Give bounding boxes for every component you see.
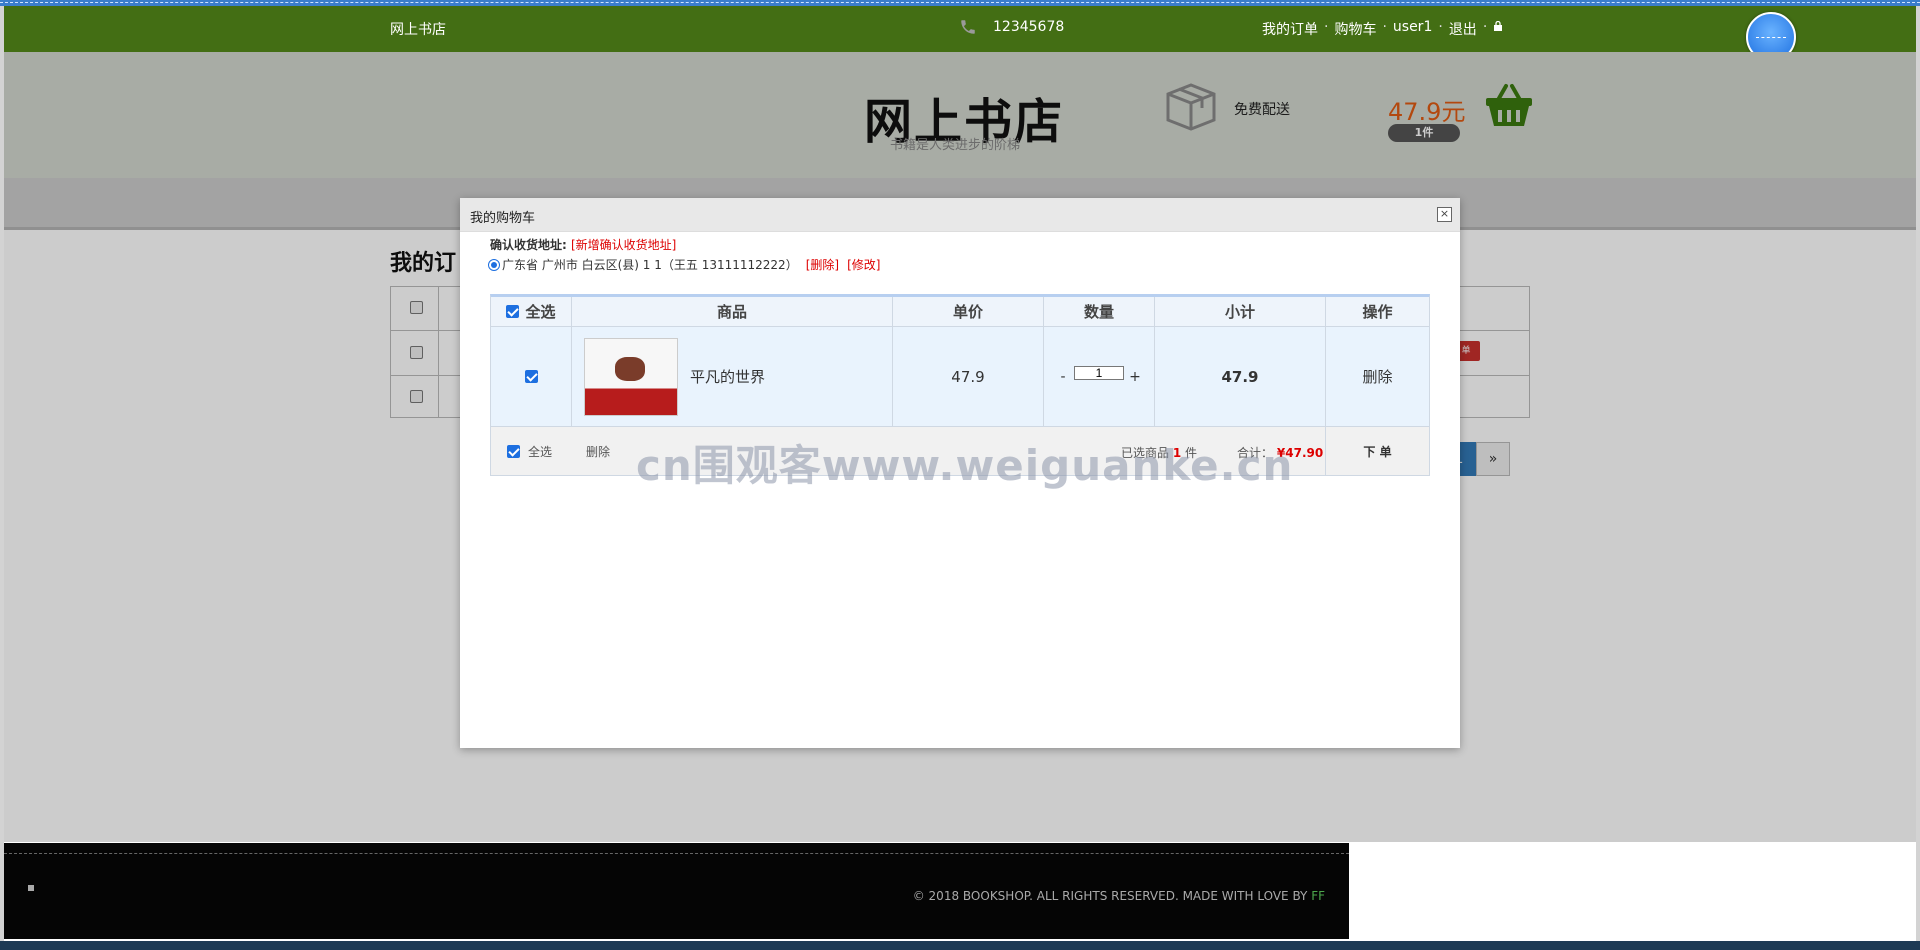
user-link[interactable]: user1 <box>1393 19 1432 39</box>
subtotal-header: 小计 <box>1155 297 1326 326</box>
modal-title: 我的购物车 <box>470 211 536 226</box>
select-all-checkbox[interactable] <box>506 305 520 318</box>
my-orders-link[interactable]: 我的订单 <box>1262 19 1318 39</box>
logout-link[interactable]: 退出 <box>1449 19 1477 39</box>
product-cell: 平凡的世界 <box>572 327 893 426</box>
unit-price: 47.9 <box>893 327 1044 426</box>
row-checkbox[interactable] <box>524 370 538 383</box>
row-select-cell <box>491 327 572 426</box>
book-cover-image[interactable] <box>584 337 678 416</box>
quantity-stepper: - + <box>1044 327 1155 426</box>
address-label: 确认收货地址: [新增确认收货地址] <box>490 236 676 253</box>
os-taskbar <box>0 941 1920 950</box>
footer-select-all-checkbox[interactable] <box>507 444 520 458</box>
footer-copyright: © 2018 BOOKSHOP. ALL RIGHTS RESERVED. MA… <box>913 889 1325 903</box>
place-order-button[interactable]: 下 单 <box>1326 427 1429 475</box>
row-subtotal: 47.9 <box>1155 327 1326 426</box>
separator: · <box>1438 19 1443 35</box>
watermark-text: cn围观客www.weiguanke.cn <box>636 441 1294 490</box>
close-icon[interactable]: × <box>1437 207 1452 222</box>
delete-address-link[interactable]: [删除] <box>806 256 839 273</box>
author-link[interactable]: FF <box>1311 889 1325 903</box>
copyright-text: © 2018 BOOKSHOP. ALL RIGHTS RESERVED. MA… <box>912 889 1308 903</box>
table-row: 平凡的世界 47.9 - + 47.9 删除 <box>491 327 1429 427</box>
product-name[interactable]: 平凡的世界 <box>690 366 765 387</box>
top-links: 我的订单 · 购物车 · user1 · 退出 · <box>1262 19 1503 39</box>
action-header: 操作 <box>1362 303 1393 321</box>
footer-select-all-label: 全选 <box>528 444 553 459</box>
address-label-text: 确认收货地址: <box>490 238 567 252</box>
address-text: 广东省 广州市 白云区(县) 1 1（王五 13111112222） <box>502 258 798 272</box>
separator: · <box>1382 19 1387 35</box>
phone-icon <box>961 20 975 34</box>
batch-delete-button[interactable]: 删除 <box>586 443 610 460</box>
top-brand-link[interactable]: 网上书店 <box>390 19 446 39</box>
product-header: 商品 <box>572 297 893 326</box>
qty-input[interactable] <box>1074 365 1124 380</box>
qty-decrease-button[interactable]: - <box>1056 366 1070 388</box>
cart-link[interactable]: 购物车 <box>1334 19 1376 39</box>
edit-address-link[interactable]: [修改] <box>847 256 880 273</box>
row-delete-button[interactable]: 删除 <box>1326 327 1429 426</box>
qty-increase-button[interactable]: + <box>1128 366 1142 388</box>
add-address-link[interactable]: [新增确认收货地址] <box>571 238 676 252</box>
phone-info: 12345678 <box>959 18 1064 36</box>
address-radio[interactable] <box>488 258 500 271</box>
select-all-label: 全选 <box>525 303 556 321</box>
lock-icon[interactable] <box>1493 21 1503 31</box>
separator: · <box>1324 19 1329 35</box>
cart-table-header: 全选 商品 单价 数量 小计 操作 <box>491 297 1429 327</box>
site-footer: © 2018 BOOKSHOP. ALL RIGHTS RESERVED. MA… <box>4 843 1349 939</box>
qty-header: 数量 <box>1044 297 1155 326</box>
top-bar: 网上书店 12345678 我的订单 · 购物车 · user1 · 退出 · <box>4 6 1916 52</box>
select-all-header: 全选 <box>491 297 572 326</box>
separator: · <box>1482 19 1488 35</box>
phone-number: 12345678 <box>993 19 1065 35</box>
modal-header: 我的购物车 × <box>460 198 1460 232</box>
price-header: 单价 <box>893 297 1044 326</box>
footer-bullet <box>28 885 34 891</box>
address-row: 广东省 广州市 白云区(县) 1 1（王五 13111112222） [删除] … <box>488 256 880 273</box>
